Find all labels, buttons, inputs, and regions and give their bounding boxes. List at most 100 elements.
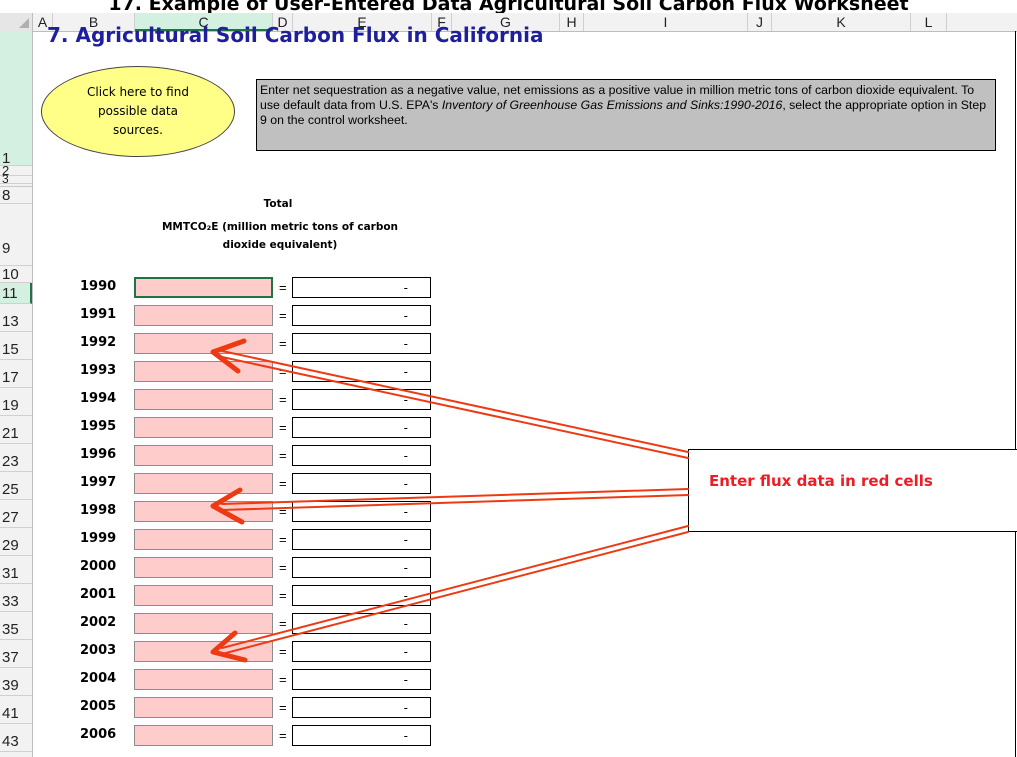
column-header-m[interactable]: [947, 13, 1017, 31]
total-cell: -: [292, 305, 431, 326]
total-cell: -: [292, 669, 431, 690]
total-cell: -: [292, 389, 431, 410]
column-header-j[interactable]: J: [748, 13, 772, 31]
total-cell: -: [292, 557, 431, 578]
equals-sign: =: [279, 280, 287, 295]
flux-input-cell[interactable]: [134, 417, 273, 438]
total-cell: -: [292, 501, 431, 522]
year-label: 2005: [80, 699, 117, 714]
equals-sign: =: [279, 728, 287, 743]
column-header-i[interactable]: I: [584, 13, 748, 31]
data-sources-label: Click here to find possible data sources…: [87, 85, 189, 137]
flux-input-cell[interactable]: [134, 305, 273, 326]
callout-box: Enter flux data in red cells: [688, 449, 1017, 532]
flux-input-cell[interactable]: [134, 277, 273, 298]
instructions-box: Enter net sequestration as a negative va…: [256, 79, 996, 151]
year-label: 1990: [80, 279, 117, 294]
equals-sign: =: [279, 308, 287, 323]
equals-sign: =: [279, 644, 287, 659]
row-header-13[interactable]: 13: [0, 311, 32, 332]
equals-sign: =: [279, 504, 287, 519]
total-cell: -: [292, 613, 431, 634]
year-label: 2003: [80, 643, 117, 658]
year-label: 2001: [80, 587, 117, 602]
equals-sign: =: [279, 616, 287, 631]
row-headers: 1 2 3 8 9 10 11 13 15 17 19 21 23 25 27 …: [0, 31, 33, 757]
flux-input-cell[interactable]: [134, 697, 273, 718]
flux-input-cell[interactable]: [134, 641, 273, 662]
total-cell: -: [292, 585, 431, 606]
select-all-corner[interactable]: [0, 13, 33, 31]
year-label: 1991: [80, 307, 117, 322]
equals-sign: =: [279, 364, 287, 379]
year-label: 1996: [80, 447, 117, 462]
flux-input-cell[interactable]: [134, 361, 273, 382]
instructions-source: Inventory of Greenhouse Gas Emissions an…: [441, 98, 783, 112]
column-header-l[interactable]: L: [911, 13, 947, 31]
flux-input-cell[interactable]: [134, 669, 273, 690]
row-header-1[interactable]: 1: [0, 31, 32, 167]
year-label: 2002: [80, 615, 117, 630]
total-cell: -: [292, 725, 431, 746]
data-sources-button[interactable]: Click here to find possible data sources…: [41, 66, 235, 157]
equals-sign: =: [279, 588, 287, 603]
flux-input-cell[interactable]: [134, 389, 273, 410]
page-title: 7. Agricultural Soil Carbon Flux in Cali…: [47, 23, 544, 47]
row-header-23[interactable]: 23: [0, 451, 32, 472]
row-header-15[interactable]: 15: [0, 339, 32, 360]
row-header-3[interactable]: 3: [0, 173, 32, 185]
equals-sign: =: [279, 700, 287, 715]
row-header-39[interactable]: 39: [0, 675, 32, 696]
row-header-9[interactable]: 9: [0, 204, 32, 266]
row-header-29[interactable]: 29: [0, 535, 32, 556]
row-header-33[interactable]: 33: [0, 591, 32, 612]
callout-text: Enter flux data in red cells: [709, 472, 933, 490]
row-header-19[interactable]: 19: [0, 395, 32, 416]
row-header-27[interactable]: 27: [0, 507, 32, 528]
year-label: 2004: [80, 671, 117, 686]
flux-input-cell[interactable]: [134, 613, 273, 634]
equals-sign: =: [279, 560, 287, 575]
row-header-11[interactable]: 11: [0, 283, 32, 304]
flux-input-cell[interactable]: [134, 473, 273, 494]
row-header-10[interactable]: 10: [0, 266, 32, 283]
row-header-43[interactable]: 43: [0, 731, 32, 752]
year-label: 1995: [80, 419, 117, 434]
row-header-21[interactable]: 21: [0, 423, 32, 444]
year-label: 1992: [80, 335, 117, 350]
year-label: 2006: [80, 727, 117, 742]
flux-input-cell[interactable]: [134, 445, 273, 466]
flux-input-cell[interactable]: [134, 501, 273, 522]
row-header-41[interactable]: 41: [0, 703, 32, 724]
total-cell: -: [292, 529, 431, 550]
flux-input-cell[interactable]: [134, 557, 273, 578]
total-cell: -: [292, 333, 431, 354]
flux-input-cell[interactable]: [134, 725, 273, 746]
flux-input-cell[interactable]: [134, 333, 273, 354]
year-label: 1998: [80, 503, 117, 518]
row-header-17[interactable]: 17: [0, 367, 32, 388]
row-header-31[interactable]: 31: [0, 563, 32, 584]
row-header-8[interactable]: 8: [0, 187, 32, 204]
year-label: 1997: [80, 475, 117, 490]
total-cell: -: [292, 473, 431, 494]
total-cell: -: [292, 445, 431, 466]
total-cell: -: [292, 697, 431, 718]
unit-header-line1: MMTCO₂E (million metric tons of carbon: [161, 221, 399, 233]
year-label: 1999: [80, 531, 117, 546]
column-header-k[interactable]: K: [772, 13, 911, 31]
total-cell: -: [292, 277, 431, 298]
equals-sign: =: [279, 420, 287, 435]
flux-input-cell[interactable]: [134, 529, 273, 550]
row-header-35[interactable]: 35: [0, 619, 32, 640]
flux-input-cell[interactable]: [134, 585, 273, 606]
year-label: 1994: [80, 391, 117, 406]
total-cell: -: [292, 417, 431, 438]
equals-sign: =: [279, 532, 287, 547]
total-cell: -: [292, 361, 431, 382]
total-header: Total: [263, 198, 293, 210]
column-header-h[interactable]: H: [560, 13, 584, 31]
row-header-25[interactable]: 25: [0, 479, 32, 500]
equals-sign: =: [279, 672, 287, 687]
row-header-37[interactable]: 37: [0, 647, 32, 668]
